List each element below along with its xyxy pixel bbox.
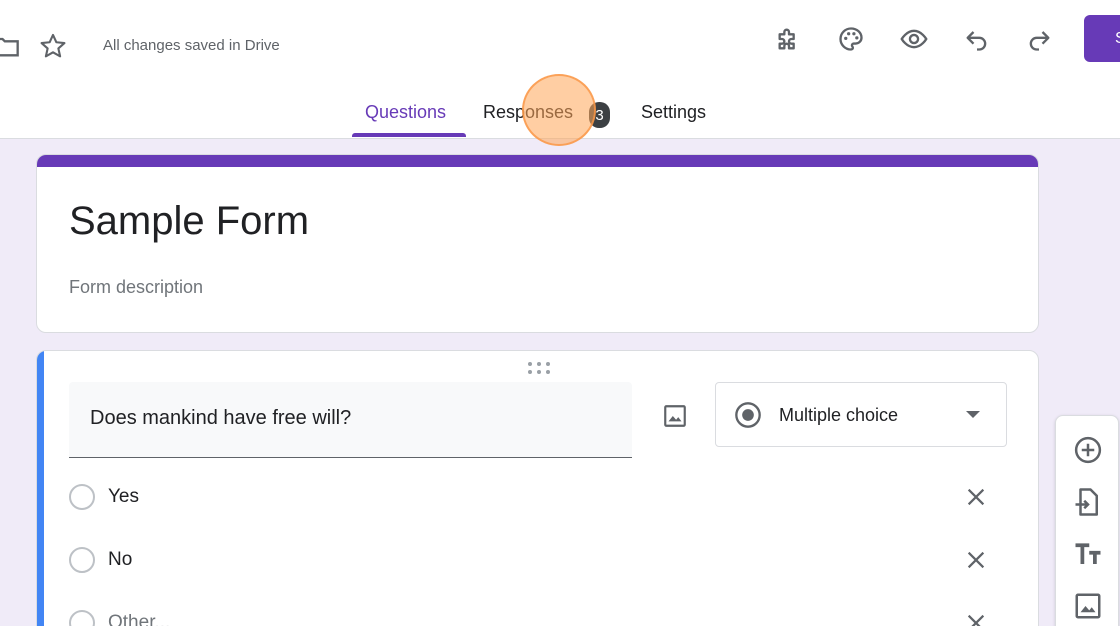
remove-option-button[interactable] — [959, 480, 993, 514]
option-label-other[interactable]: Other... — [108, 612, 170, 626]
import-questions-button[interactable] — [1068, 482, 1108, 522]
addons-button[interactable] — [769, 19, 809, 59]
option-radio-icon — [69, 610, 95, 626]
question-type-label: Multiple choice — [779, 405, 899, 425]
chevron-down-icon — [966, 411, 980, 418]
folder-button[interactable] — [0, 26, 26, 66]
undo-button[interactable] — [957, 19, 997, 59]
active-question-bar — [37, 351, 44, 626]
form-header-card: Sample Form Form description — [36, 154, 1039, 333]
option-radio-icon — [69, 484, 95, 510]
add-question-icon — [1074, 436, 1102, 464]
app-header: All changes saved in Drive Send Question… — [0, 0, 1120, 146]
option-row[interactable]: No — [69, 540, 1009, 580]
star-icon — [40, 33, 66, 58]
question-title-text: Does mankind have free will? — [90, 407, 352, 429]
question-card[interactable]: Does mankind have free will? Multiple ch… — [36, 350, 1039, 626]
tab-responses[interactable]: Responses — [483, 102, 573, 123]
close-icon — [967, 488, 985, 506]
add-question-button[interactable] — [1068, 430, 1108, 470]
close-icon — [967, 551, 985, 569]
preview-icon — [900, 29, 928, 49]
option-label[interactable]: Yes — [108, 486, 139, 508]
save-status: All changes saved in Drive — [103, 37, 280, 54]
responses-count-badge: 3 — [589, 102, 610, 128]
add-image-icon — [1075, 593, 1101, 619]
form-title[interactable]: Sample Form — [69, 199, 309, 244]
question-type-select[interactable]: Multiple choice — [715, 382, 1007, 447]
option-row-other[interactable]: Other... — [69, 603, 1009, 626]
question-toolbar — [1055, 415, 1119, 626]
redo-button[interactable] — [1019, 19, 1059, 59]
star-button[interactable] — [33, 26, 73, 66]
add-image-button[interactable] — [655, 396, 695, 436]
customize-theme-button[interactable] — [831, 19, 871, 59]
remove-option-button[interactable] — [959, 543, 993, 577]
addon-icon — [778, 28, 795, 50]
option-row[interactable]: Yes — [69, 477, 1009, 517]
import-questions-icon — [1075, 488, 1098, 516]
theme-accent-bar — [37, 155, 1038, 167]
remove-option-button[interactable] — [959, 606, 993, 626]
add-title-button[interactable] — [1068, 534, 1108, 574]
undo-icon — [966, 31, 987, 51]
send-button[interactable]: Send — [1084, 15, 1120, 62]
folder-icon — [0, 37, 19, 57]
drag-handle-icon[interactable] — [527, 361, 551, 375]
radio-button-icon — [735, 402, 761, 428]
tab-questions[interactable]: Questions — [365, 102, 446, 123]
image-icon — [664, 405, 686, 427]
close-icon — [967, 614, 985, 626]
option-radio-icon — [69, 547, 95, 573]
redo-icon — [1029, 31, 1050, 51]
tab-settings[interactable]: Settings — [641, 102, 706, 123]
preview-button[interactable] — [894, 19, 934, 59]
palette-icon — [839, 27, 863, 51]
add-title-icon — [1075, 543, 1101, 564]
form-description-field[interactable]: Form description — [69, 277, 203, 298]
option-label[interactable]: No — [108, 549, 132, 571]
question-title-input[interactable]: Does mankind have free will? — [69, 382, 632, 458]
active-tab-indicator — [352, 133, 466, 137]
add-image-tool-button[interactable] — [1068, 586, 1108, 626]
